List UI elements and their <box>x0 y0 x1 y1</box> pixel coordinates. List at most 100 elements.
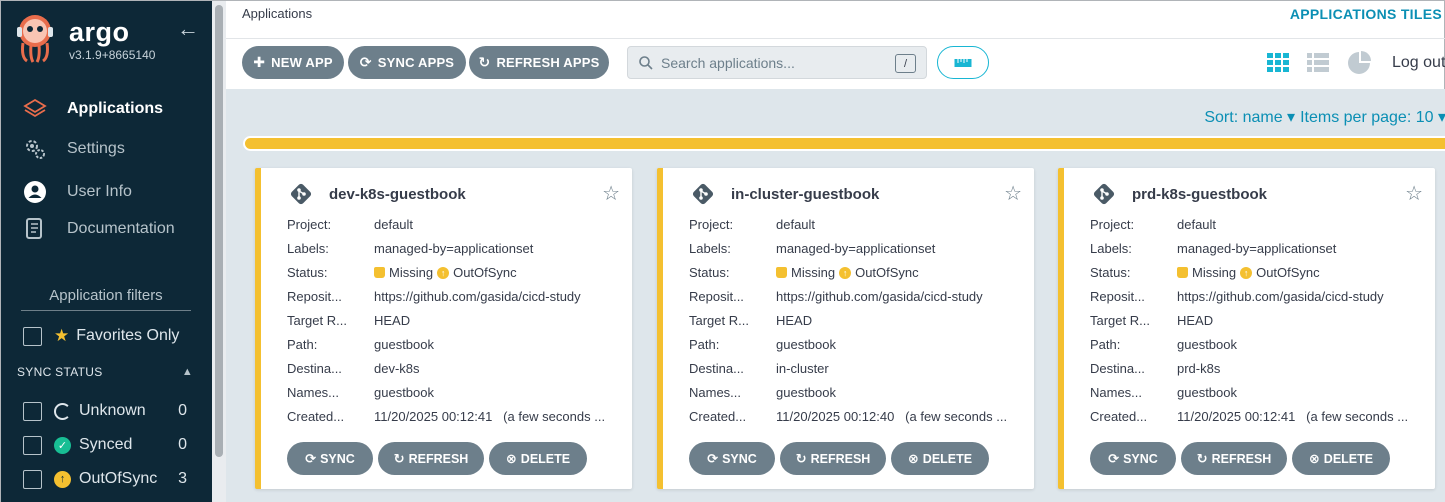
filter-checkbox[interactable] <box>23 469 42 489</box>
delete-button[interactable]: ⊗ DELETE <box>1292 442 1390 475</box>
favorite-star-icon[interactable]: ☆ <box>1405 181 1423 206</box>
filter-checkbox[interactable] <box>23 435 42 455</box>
sync-button[interactable]: ⟳ SYNC <box>689 442 775 475</box>
sync-button[interactable]: ⟳ SYNC <box>287 442 373 475</box>
field-label: Destina... <box>1090 361 1145 376</box>
field-label: Reposit... <box>689 289 744 304</box>
app-card[interactable]: prd-k8s-guestbook ☆ Project: default Labe… <box>1058 168 1435 489</box>
field-value: guestbook <box>1177 337 1237 352</box>
logout-link[interactable]: Log out <box>1392 54 1445 72</box>
collapse-sidebar-icon[interactable]: ← <box>177 16 199 42</box>
sync-icon: ⟳ <box>1108 450 1120 466</box>
argo-logo-icon[interactable] <box>15 13 55 63</box>
sync-status: OutOfSync <box>1256 265 1320 280</box>
favorites-checkbox[interactable] <box>23 326 42 346</box>
filter-checkbox[interactable] <box>23 401 42 421</box>
field-label: Status: <box>287 265 328 280</box>
sync-apps-button[interactable]: ⟳ SYNC APPS <box>348 46 466 79</box>
sidebar-scrollbar[interactable] <box>212 1 226 502</box>
layers-icon <box>23 97 47 121</box>
pie-chart-view-icon[interactable] <box>1347 51 1371 75</box>
tiles-view-icon[interactable] <box>1266 51 1290 75</box>
field-label: Target R... <box>689 313 749 328</box>
status-row: Status: Missing ↑ OutOfSync <box>1090 265 1430 283</box>
created-timestamp: 11/20/2025 00:12:40 <box>776 409 895 424</box>
version-label: v3.1.9+8665140 <box>69 48 156 62</box>
ruler-button[interactable] <box>937 46 989 79</box>
breadcrumb[interactable]: Applications <box>242 6 312 21</box>
out-of-sync-icon: ↑ <box>839 266 852 279</box>
app-card[interactable]: in-cluster-guestbook ☆ Project: default L… <box>657 168 1034 489</box>
app-card[interactable]: dev-k8s-guestbook ☆ Project: default Labe… <box>255 168 632 489</box>
sort-dropdown[interactable]: Sort: name ▾ <box>1204 107 1295 127</box>
per-page-dropdown[interactable]: Items per page: 10 ▾ <box>1300 107 1445 127</box>
out-of-sync-icon: ↑ <box>1240 266 1253 279</box>
view-title: APPLICATIONS TILES <box>1289 6 1442 22</box>
filter-synced[interactable]: ✓ Synced 0 <box>23 434 189 456</box>
refresh-button[interactable]: ↻ REFRESH <box>378 442 484 475</box>
filter-outofsync[interactable]: ↑ OutOfSync 3 <box>23 468 189 490</box>
button-label: SYNC <box>722 451 757 466</box>
target-row: Target R... HEAD <box>689 313 1029 331</box>
field-value: https://github.com/gasida/cicd-study <box>374 289 581 304</box>
field-label: Status: <box>689 265 730 280</box>
button-label: NEW APP <box>271 55 333 70</box>
path-row: Path: guestbook <box>689 337 1029 355</box>
button-label: DELETE <box>1323 451 1374 466</box>
nav-applications[interactable]: Applications <box>1 91 212 127</box>
ruler-icon <box>954 58 972 67</box>
path-row: Path: guestbook <box>287 337 627 355</box>
field-value: managed-by=applicationset <box>374 241 534 256</box>
project-row: Project: default <box>689 217 1029 235</box>
favorites-filter[interactable]: ★ Favorites Only <box>23 325 179 347</box>
git-icon <box>1093 183 1115 205</box>
nav-documentation[interactable]: Documentation <box>1 211 212 247</box>
field-label: Labels: <box>1090 241 1132 256</box>
favorite-star-icon[interactable]: ☆ <box>602 181 620 206</box>
created-row: Created... 11/20/2025 00:12:40 (a few sec… <box>689 409 1029 427</box>
field-label: Target R... <box>1090 313 1150 328</box>
labels-row: Labels: managed-by=applicationset <box>287 241 627 259</box>
status-summary-bar[interactable] <box>243 136 1445 151</box>
favorite-star-icon[interactable]: ☆ <box>1004 181 1022 206</box>
new-app-button[interactable]: ✚ NEW APP <box>242 46 344 79</box>
divider <box>226 38 1445 39</box>
nav-user-info[interactable]: User Info <box>1 174 212 210</box>
delete-icon: ⊗ <box>1308 450 1320 466</box>
app-name[interactable]: dev-k8s-guestbook <box>329 186 466 203</box>
field-label: Path: <box>287 337 318 352</box>
app-name[interactable]: in-cluster-guestbook <box>731 186 879 203</box>
button-label: REFRESH APPS <box>496 55 600 70</box>
nav-label: Applications <box>67 100 164 117</box>
list-view-icon[interactable] <box>1306 51 1330 75</box>
delete-button[interactable]: ⊗ DELETE <box>891 442 989 475</box>
search-box[interactable]: / <box>627 46 927 79</box>
sync-icon: ⟳ <box>707 450 719 466</box>
refresh-button[interactable]: ↻ REFRESH <box>1181 442 1287 475</box>
button-label: SYNC APPS <box>377 55 455 70</box>
plus-icon: ✚ <box>253 54 266 70</box>
search-input[interactable] <box>661 54 881 71</box>
sync-status: OutOfSync <box>453 265 517 280</box>
collapse-caret-icon[interactable]: ▲ <box>182 366 193 378</box>
scrollbar-thumb[interactable] <box>215 5 223 457</box>
path-row: Path: guestbook <box>1090 337 1430 355</box>
created-timestamp: 11/20/2025 00:12:41 <box>374 409 493 424</box>
filter-unknown[interactable]: Unknown 0 <box>23 400 189 422</box>
app-name[interactable]: prd-k8s-guestbook <box>1132 186 1267 203</box>
nav-settings[interactable]: Settings <box>1 131 212 167</box>
status-row: Status: Missing ↑ OutOfSync <box>287 265 627 283</box>
destination-row: Destina... prd-k8s <box>1090 361 1430 379</box>
destination-row: Destina... in-cluster <box>689 361 1029 379</box>
refresh-button[interactable]: ↻ REFRESH <box>780 442 886 475</box>
created-relative: (a few seconds ... <box>503 409 606 424</box>
out-of-sync-icon: ↑ <box>437 266 450 279</box>
sync-button[interactable]: ⟳ SYNC <box>1090 442 1176 475</box>
field-value: in-cluster <box>776 361 829 376</box>
delete-button[interactable]: ⊗ DELETE <box>489 442 587 475</box>
labels-row: Labels: managed-by=applicationset <box>1090 241 1430 259</box>
refresh-apps-button[interactable]: ↻ REFRESH APPS <box>469 46 609 79</box>
status-row: Status: Missing ↑ OutOfSync <box>689 265 1029 283</box>
created-row: Created... 11/20/2025 00:12:41 (a few sec… <box>1090 409 1430 427</box>
filter-label: OutOfSync <box>79 470 158 487</box>
